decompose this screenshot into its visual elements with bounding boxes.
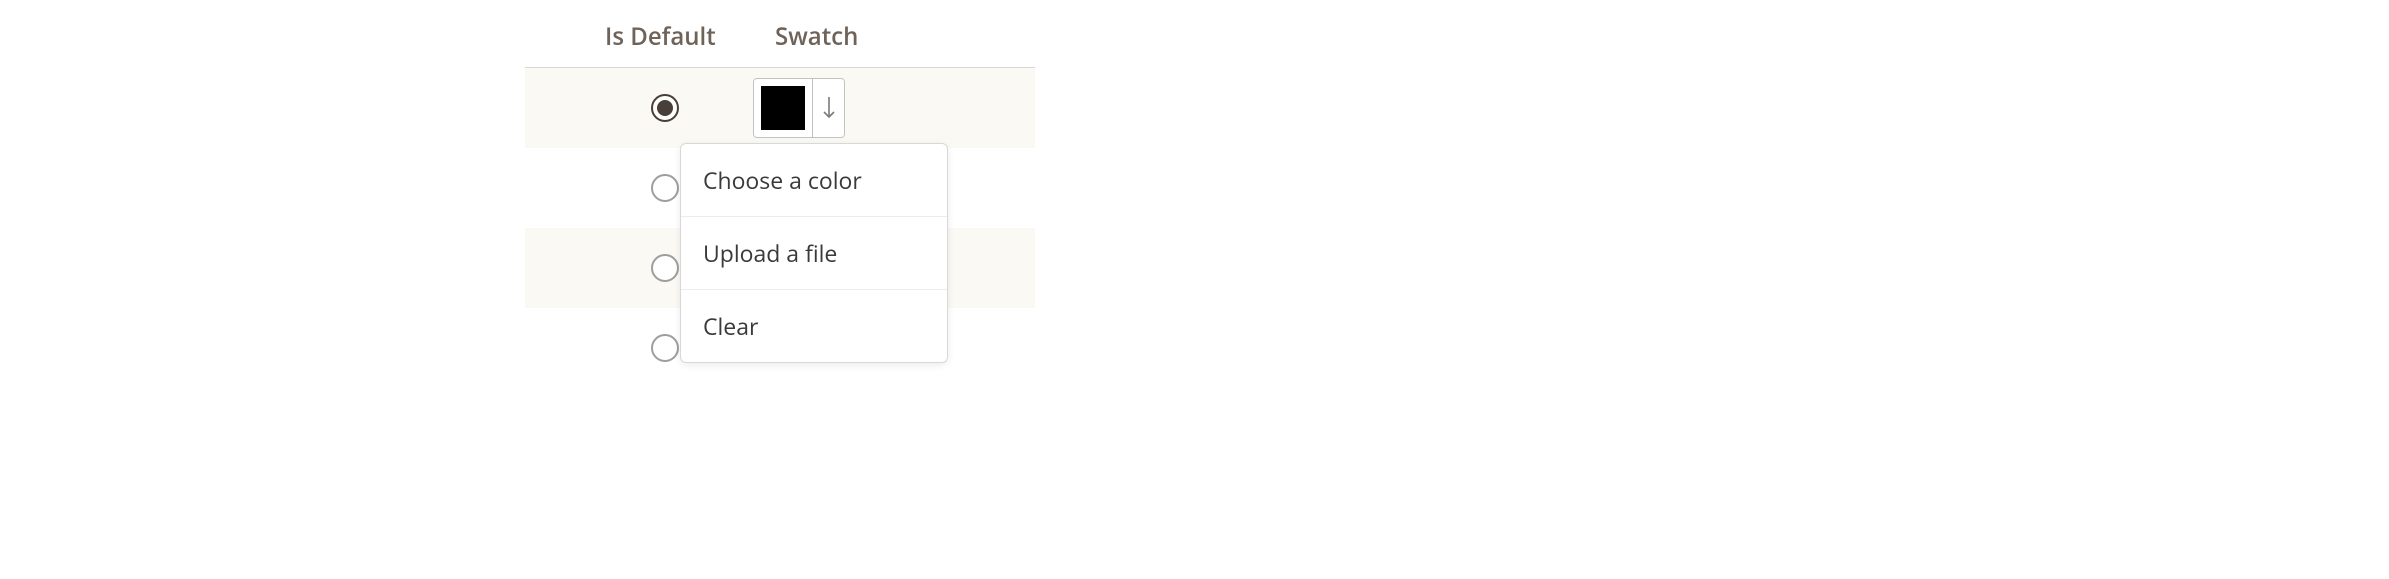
dropdown-upload-file[interactable]: Upload a file (681, 217, 947, 290)
table-header: Is Default Swatch (525, 0, 1035, 68)
arrow-down-icon (822, 96, 836, 120)
dropdown-clear[interactable]: Clear (681, 290, 947, 362)
swatch-control (753, 78, 845, 138)
is-default-radio[interactable] (651, 174, 679, 202)
is-default-radio[interactable] (651, 254, 679, 282)
swatch-dropdown-toggle[interactable] (812, 79, 844, 137)
header-swatch: Swatch (775, 20, 858, 53)
dropdown-choose-color[interactable]: Choose a color (681, 144, 947, 217)
swatch-color-box (761, 86, 805, 130)
swatch-dropdown-menu: Choose a color Upload a file Clear (680, 143, 948, 363)
header-is-default: Is Default (605, 20, 716, 53)
swatch-preview[interactable] (754, 79, 812, 137)
is-default-radio[interactable] (651, 334, 679, 362)
table-row (525, 68, 1035, 148)
is-default-radio[interactable] (651, 94, 679, 122)
